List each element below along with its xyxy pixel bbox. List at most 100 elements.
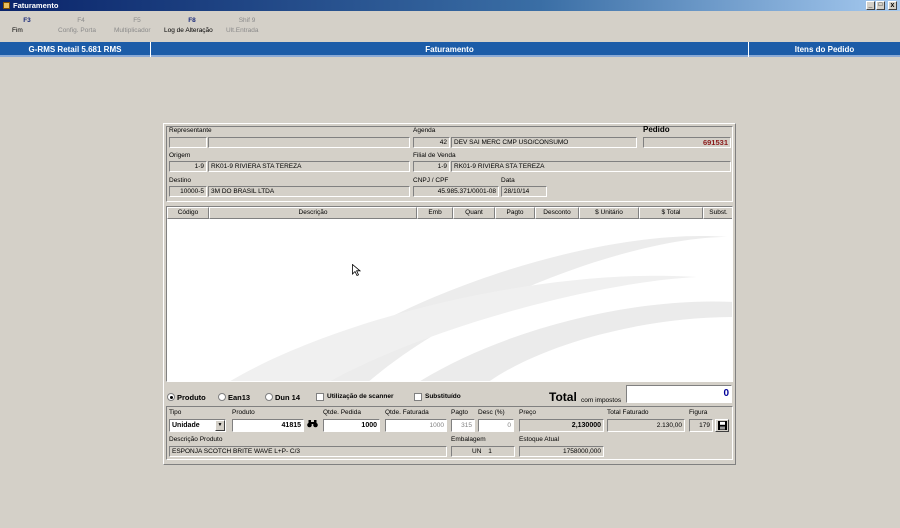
embalagem-label: Embalagem — [451, 436, 486, 443]
grid-col-quant[interactable]: Quant — [453, 207, 495, 219]
cnpj-field: 45.985.371/0001-08 — [413, 186, 499, 197]
produto-radio[interactable] — [167, 393, 175, 401]
produto-label: Produto — [232, 409, 255, 416]
total-value-field: 0 — [626, 385, 732, 403]
embalagem-un: UN — [472, 448, 482, 455]
background-swoosh — [230, 236, 732, 381]
agenda-code-field[interactable]: 42 — [413, 137, 450, 148]
header-bar: G-RMS Retail 5.681 RMS Faturamento Itens… — [0, 42, 900, 57]
descricao-produto-field: ESPONJA SCOTCH BRITE WAVE L+P- C/3 — [169, 446, 447, 457]
cnpj-label: CNPJ / CPF — [413, 177, 449, 184]
pedido-label: Pedido — [643, 125, 670, 134]
agenda-label: Agenda — [413, 127, 436, 134]
toolbar-label: Multiplicador — [114, 27, 151, 34]
scanner-checkbox[interactable] — [316, 393, 324, 401]
app-icon — [3, 2, 10, 9]
embalagem-field: UN 1 — [451, 446, 515, 457]
estoque-field: 1758000,000 — [519, 446, 604, 457]
estoque-label: Estoque Atual — [519, 436, 560, 443]
toolbar-key: F5 — [133, 17, 141, 24]
chevron-down-icon[interactable]: ▼ — [215, 420, 225, 431]
toolbar-config-porta[interactable]: F4 Config. Porta — [58, 16, 104, 34]
descricao-produto-label: Descrição Produto — [169, 436, 223, 443]
tipo-label: Tipo — [169, 409, 182, 416]
window-title: Faturamento — [13, 1, 59, 10]
items-grid[interactable]: Código Descrição Emb Quant Pagto Descont… — [166, 206, 733, 382]
qtde-pedida-input[interactable]: 1000 — [323, 419, 380, 432]
substituido-checkbox-label: Substituído — [425, 393, 461, 400]
embalagem-qtd: 1 — [488, 448, 492, 455]
toolbar-key: F3 — [23, 17, 31, 24]
substituido-checkbox[interactable] — [414, 393, 422, 401]
destino-label: Destino — [169, 177, 192, 184]
data-label: Data — [501, 177, 515, 184]
pagto-label: Pagto — [451, 409, 468, 416]
preco-field: 2,130000 — [519, 419, 604, 432]
origem-code-field[interactable]: 1-9 — [169, 161, 207, 172]
mouse-cursor-icon — [352, 264, 361, 276]
pedido-number-field: 691531 — [643, 137, 731, 148]
grid-header: Código Descrição Emb Quant Pagto Descont… — [167, 207, 732, 219]
qtde-faturada-label: Qtde. Faturada — [385, 409, 429, 416]
floppy-icon[interactable] — [715, 419, 729, 432]
data-field[interactable]: 28/10/14 — [501, 186, 547, 197]
toolbar-key: Shif 9 — [238, 17, 256, 24]
grid-col-descricao[interactable]: Descrição — [209, 207, 417, 219]
toolbar-label: Log de Alteração — [164, 27, 213, 34]
desc-label: Desc (%) — [478, 409, 505, 416]
representante-code-field[interactable] — [169, 137, 207, 148]
qtde-faturada-input[interactable]: 1000 — [385, 419, 447, 432]
origem-label: Origem — [169, 152, 191, 159]
toolbar-key: F8 — [188, 17, 196, 24]
total-faturado-field: 2.130,00 — [607, 419, 685, 432]
pagto-input[interactable]: 315 — [451, 419, 475, 432]
produto-radio-label: Produto — [177, 393, 206, 402]
grid-col-desconto[interactable]: Desconto — [535, 207, 579, 219]
total-faturado-label: Total Faturado — [607, 409, 649, 416]
maximize-button[interactable]: □ — [876, 1, 885, 10]
minimize-button[interactable]: _ — [866, 1, 875, 10]
header-items-tab[interactable]: Itens do Pedido — [749, 42, 900, 57]
header-system: G-RMS Retail 5.681 RMS — [0, 42, 151, 57]
title-bar: Faturamento _ □ x — [0, 0, 900, 11]
produto-code-input[interactable]: 41815 — [232, 419, 304, 432]
scanner-checkbox-label: Utilização de scanner — [327, 393, 394, 400]
toolbar-multiplicador[interactable]: F5 Multiplicador — [114, 16, 160, 34]
representante-label: Representante — [169, 127, 212, 134]
desc-input[interactable]: 0 — [478, 419, 514, 432]
total-label: Total — [549, 390, 577, 404]
filial-code-field[interactable]: 1-9 — [413, 161, 450, 172]
dun14-radio[interactable] — [265, 393, 273, 401]
filial-name-field: RK01-9 RIVIERA STA TEREZA — [451, 161, 731, 172]
binoculars-icon[interactable] — [306, 419, 318, 431]
close-button[interactable]: x — [888, 1, 897, 10]
representante-name-field[interactable] — [208, 137, 410, 148]
figura-field: 179 — [689, 419, 713, 432]
ean13-radio-label: Ean13 — [228, 393, 251, 402]
grid-col-emb[interactable]: Emb — [417, 207, 453, 219]
header-title: Faturamento — [151, 42, 749, 57]
destino-code-field[interactable]: 10000-5 — [169, 186, 207, 197]
agenda-desc-field: DEV SAI MERC CMP USO/CONSUMO — [451, 137, 637, 148]
grid-col-codigo[interactable]: Código — [167, 207, 209, 219]
toolbar-key: F4 — [77, 17, 85, 24]
toolbar-log-alteracao[interactable]: F8 Log de Alteração — [164, 16, 220, 34]
toolbar: F3 Fim F4 Config. Porta F5 Multiplicador… — [0, 14, 900, 42]
destino-name-field: 3M DO BRASIL LTDA — [208, 186, 410, 197]
preco-label: Preço — [519, 409, 536, 416]
figura-label: Figura — [689, 409, 708, 416]
grid-col-pagto[interactable]: Pagto — [495, 207, 535, 219]
ean13-radio[interactable] — [218, 393, 226, 401]
tipo-select-value: Unidade — [172, 422, 200, 429]
grid-col-subst[interactable]: Subst. — [703, 207, 732, 219]
qtde-pedida-label: Qtde. Pedida — [323, 409, 361, 416]
grid-col-unitario[interactable]: $ Unitário — [579, 207, 639, 219]
toolbar-ult-entrada[interactable]: Shif 9 Ult.Entrada — [226, 16, 268, 34]
grid-col-total[interactable]: $ Total — [639, 207, 703, 219]
dun14-radio-label: Dun 14 — [275, 393, 301, 402]
origem-name-field: RK01-9 RIVIERA STA TEREZA — [208, 161, 410, 172]
total-sub-label: com impostos — [581, 397, 622, 404]
toolbar-label: Config. Porta — [58, 27, 96, 34]
toolbar-label: Ult.Entrada — [226, 27, 259, 34]
toolbar-fim[interactable]: F3 Fim — [12, 16, 42, 34]
